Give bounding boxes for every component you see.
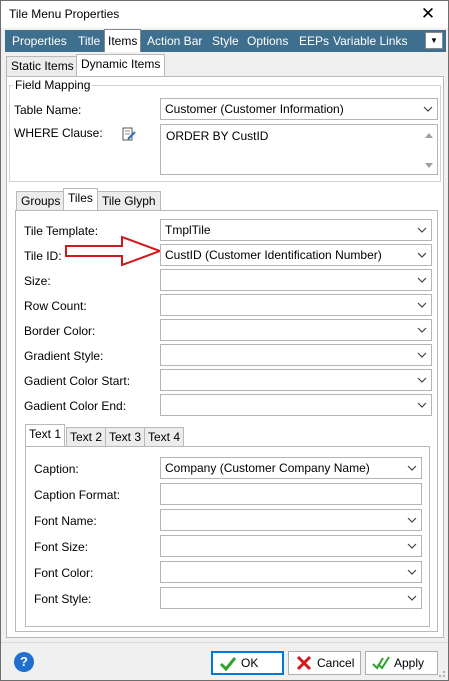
gradient-color-end-label: Gadient Color End: [24,399,127,413]
tab-text-4[interactable]: Text 4 [144,427,185,447]
font-color-label: Font Color: [34,566,94,580]
tile-id-value: CustID (Customer Identification Number) [165,248,382,262]
tab-eeps[interactable]: EEPs [296,30,332,52]
border-color-label: Border Color: [24,324,96,338]
dialog-window: Tile Menu Properties ✕ Properties Title … [0,0,449,681]
font-size-label: Font Size: [34,540,89,554]
edit-document-icon[interactable] [121,126,137,142]
tab-groups[interactable]: Groups [16,191,66,211]
chevron-down-icon [407,465,417,471]
tab-style[interactable]: Style [209,30,242,52]
tab-options[interactable]: Options [244,30,291,52]
chevron-down-icon [417,252,427,258]
tab-tile-glyph[interactable]: Tile Glyph [97,191,161,211]
caption-label: Caption: [34,462,79,476]
tab-dynamic-items[interactable]: Dynamic Items [76,54,166,77]
row-count-label: Row Count: [24,299,87,313]
chevron-down-icon [417,402,427,408]
resize-grip-icon[interactable] [436,668,446,678]
row-count-select[interactable] [160,294,432,316]
window-title: Tile Menu Properties [9,7,120,21]
size-select[interactable] [160,269,432,291]
scroll-down-icon[interactable] [424,162,434,170]
tile-id-select[interactable]: CustID (Customer Identification Number) [160,244,432,266]
help-icon[interactable]: ? [14,652,34,672]
font-name-select[interactable] [160,509,422,531]
check-icon [219,657,237,672]
tab-action-bar[interactable]: Action Bar [144,30,205,52]
ok-label: OK [241,656,259,670]
chevron-down-icon [417,302,427,308]
caption-format-label: Caption Format: [34,488,121,502]
chevron-down-icon [423,106,433,112]
tab-tiles[interactable]: Tiles [63,188,98,211]
table-name-label: Table Name: [14,103,82,117]
chevron-down-icon [417,352,427,358]
double-check-icon [372,656,390,670]
tab-properties[interactable]: Properties [9,30,70,52]
gradient-style-label: Gradient Style: [24,349,104,363]
font-name-label: Font Name: [34,514,97,528]
tile-template-value: TmplTile [165,223,211,237]
tiles-panel: Tile Template: TmplTile Tile ID: CustID … [15,210,438,632]
tile-id-label: Tile ID: [24,249,62,263]
text1-panel: Caption: Company (Customer Company Name)… [25,446,430,627]
size-label: Size: [24,274,51,288]
apply-label: Apply [394,656,425,670]
cancel-button[interactable]: Cancel [288,651,361,675]
tab-variable-links[interactable]: Variable Links [330,30,410,52]
chevron-down-icon [417,277,427,283]
cancel-x-icon [296,655,312,671]
font-style-label: Font Style: [34,592,92,606]
gradient-color-start-label: Gadient Color Start: [24,374,131,388]
scroll-up-icon[interactable] [424,131,434,139]
tab-title[interactable]: Title [75,30,103,52]
chevron-down-icon [407,569,417,575]
chevron-down-icon[interactable]: ▼ [425,32,443,49]
font-color-select[interactable] [160,561,422,583]
where-clause-label: WHERE Clause: [14,126,103,140]
gradient-color-start-select[interactable] [160,369,432,391]
tab-text-1[interactable]: Text 1 [25,424,66,447]
border-color-select[interactable] [160,319,432,341]
table-name-value: Customer (Customer Information) [165,102,344,116]
dialog-footer: ? OK Cancel Apply [1,642,448,680]
table-name-select[interactable]: Customer (Customer Information) [160,98,438,120]
tab-text-3[interactable]: Text 3 [105,427,146,447]
close-icon[interactable]: ✕ [416,3,440,25]
font-size-select[interactable] [160,535,422,557]
caption-value: Company (Customer Company Name) [165,461,370,475]
cancel-label: Cancel [317,656,355,670]
caption-format-input[interactable] [160,483,422,505]
tab-text-2[interactable]: Text 2 [66,427,107,447]
gradient-color-end-select[interactable] [160,394,432,416]
field-mapping-legend: Field Mapping [13,78,93,92]
tab-items[interactable]: Items [104,29,142,52]
where-clause-input[interactable]: ORDER BY CustID [160,124,438,175]
title-bar: Tile Menu Properties ✕ [1,1,448,28]
chevron-down-icon [407,517,417,523]
ok-button[interactable]: OK [211,651,284,675]
chevron-down-icon [407,595,417,601]
chevron-down-icon [417,327,427,333]
chevron-down-icon [407,543,417,549]
caption-select[interactable]: Company (Customer Company Name) [160,457,422,479]
main-tab-bar: Properties Title Items Action Bar Style … [5,29,446,52]
chevron-down-icon [417,227,427,233]
tile-template-select[interactable]: TmplTile [160,219,432,241]
chevron-down-icon [417,377,427,383]
font-style-select[interactable] [160,587,422,609]
where-clause-value: ORDER BY CustID [166,129,269,143]
gradient-style-select[interactable] [160,344,432,366]
apply-button[interactable]: Apply [365,651,438,675]
red-arrow-annotation [65,235,163,267]
tab-static-items[interactable]: Static Items [6,56,79,76]
dynamic-items-panel: Field Mapping Table Name: Customer (Cust… [6,76,444,638]
